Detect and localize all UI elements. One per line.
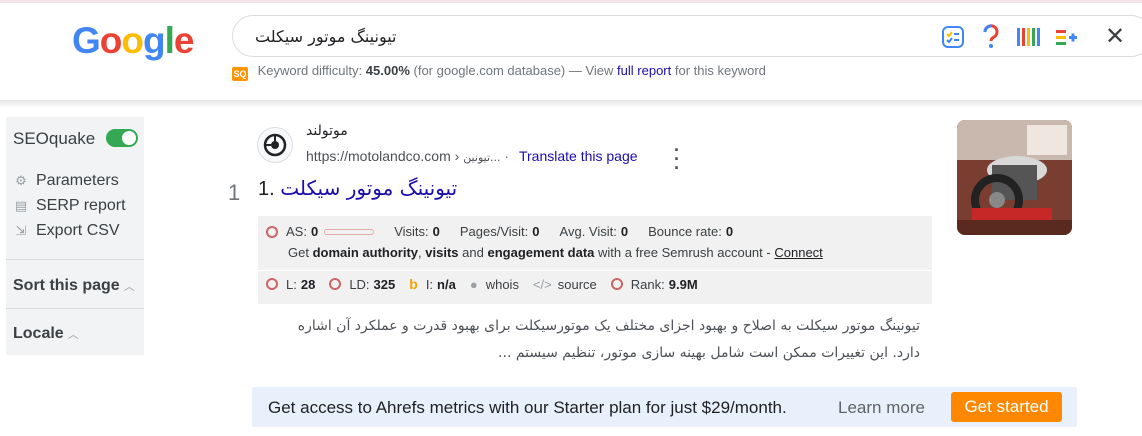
- person-icon: ●: [469, 276, 478, 292]
- serp-rank-number: 1: [228, 180, 241, 205]
- seoquake-toggle[interactable]: [106, 129, 138, 147]
- metrics-promo: Get domain authority, visits and engagem…: [288, 245, 823, 260]
- search-input[interactable]: تیونینگ موتور سیکلت: [255, 27, 397, 46]
- semrush-icon: [266, 278, 278, 290]
- learn-more-link[interactable]: Learn more: [838, 398, 925, 418]
- sidebar-item-label: Parameters: [36, 172, 119, 189]
- sidebar-divider: [6, 259, 144, 260]
- sidebar-item-label: SERP report: [36, 197, 126, 214]
- gear-icon: ⚙: [15, 173, 27, 188]
- translate-link[interactable]: Translate this page: [519, 148, 638, 164]
- metrics-row-1: AS: 0 Visits: 0 Pages/Visit: 0 Avg. Visit: 0…: [266, 224, 733, 239]
- keyword-difficulty: SQ Keyword difficulty: 45.00% (for googl…: [232, 63, 766, 81]
- close-icon[interactable]: ✕: [1101, 22, 1129, 51]
- rank-value[interactable]: 9.9M: [669, 277, 698, 292]
- chevron-up-icon: ︿: [67, 329, 79, 341]
- get-started-button[interactable]: Get started: [951, 392, 1062, 422]
- locale-label: Locale: [13, 325, 64, 342]
- sidebar-item-label: Export CSV: [36, 222, 120, 239]
- visits-value: 0: [432, 224, 440, 239]
- kd-database: (for google.com database) — View: [413, 63, 614, 78]
- sort-label: Sort this page: [13, 277, 120, 294]
- snippet-line: تیونینگ موتور سیکلت به اصلاح و بهبود اجز…: [297, 318, 920, 334]
- export-icon: ⇲: [15, 223, 27, 238]
- i-label: I:: [425, 276, 434, 292]
- bounce-rate-value: 0: [725, 224, 734, 239]
- promo-text: engagement data: [487, 245, 595, 260]
- metrics-row-2: L: 28 LD: 325 b I: n/a ● whois </> source R…: [266, 276, 698, 292]
- result-title-link[interactable]: 1. تیونینگ موتور سیکلت: [258, 176, 457, 201]
- pages-visit-value: 0: [532, 224, 540, 239]
- rank-label: Rank:: [630, 276, 665, 292]
- sidebar-item-parameters[interactable]: ⚙ Parameters: [13, 172, 119, 190]
- whois-link[interactable]: whois: [486, 277, 519, 292]
- avg-visit-value: 0: [620, 224, 629, 239]
- top-border: [0, 0, 1142, 3]
- ld-value[interactable]: 325: [374, 277, 396, 292]
- more-options-icon[interactable]: · · ·: [672, 141, 682, 177]
- url-breadcrumb: تیونین...: [463, 151, 501, 164]
- sidebar-item-serp-report[interactable]: ▤ SERP report: [13, 197, 126, 215]
- source-link[interactable]: source: [558, 277, 597, 292]
- result-snippet: تیونینگ موتور سیکلت به اصلاح و بهبود اجز…: [258, 313, 920, 367]
- ahrefs-text: Get access to Ahrefs metrics with our St…: [268, 398, 787, 417]
- google-logo[interactable]: Google: [72, 20, 194, 62]
- kd-suffix: for this keyword: [674, 63, 766, 78]
- as-value: 0: [310, 224, 319, 239]
- promo-text: with a free Semrush account -: [598, 245, 771, 260]
- sort-this-page[interactable]: Sort this page ︿: [13, 277, 135, 295]
- as-label: AS:: [286, 224, 307, 239]
- search-box[interactable]: تیونینگ موتور سیکلت ✕: [232, 15, 1142, 57]
- connect-link[interactable]: Connect: [774, 245, 822, 260]
- ld-label: LD:: [349, 276, 370, 292]
- promo-text: and: [462, 245, 484, 260]
- question-icon[interactable]: [978, 24, 1004, 50]
- result-thumbnail[interactable]: [957, 120, 1072, 235]
- i-value[interactable]: n/a: [437, 277, 456, 292]
- semrush-icon: [610, 278, 623, 290]
- result-title: تیونینگ موتور سیکلت: [280, 176, 458, 200]
- seoquake-metrics-bar: AS: 0 Visits: 0 Pages/Visit: 0 Avg. Visit: 0…: [258, 216, 932, 304]
- pages-visit-label: Pages/Visit:: [459, 224, 529, 239]
- locale[interactable]: Locale ︿: [13, 325, 79, 343]
- url-text: https://motolandco.com ›: [306, 148, 460, 164]
- bounce-rate-label: Bounce rate:: [648, 224, 722, 239]
- chevron-up-icon: ︿: [123, 281, 135, 293]
- kd-label: Keyword difficulty:: [257, 63, 363, 78]
- header-divider: [0, 100, 1142, 108]
- extension-plus-icon[interactable]: [1053, 24, 1079, 50]
- as-progress-bar: [324, 228, 375, 235]
- metrics-divider: [258, 270, 932, 271]
- site-url[interactable]: https://motolandco.com › تیونین... · Tra…: [306, 148, 638, 164]
- sidebar-title: SEOquake: [13, 129, 96, 148]
- visits-label: Visits:: [394, 224, 429, 239]
- site-favicon[interactable]: [257, 127, 293, 163]
- bing-icon: b: [409, 276, 418, 292]
- seoquake-sidebar: SEOquake ⚙ Parameters ▤ SERP report ⇲ Ex…: [6, 117, 144, 355]
- site-name[interactable]: موتولند: [306, 123, 348, 139]
- l-label: L:: [286, 276, 297, 292]
- promo-text: domain authority: [312, 245, 419, 260]
- ahrefs-banner: Get access to Ahrefs metrics with our St…: [252, 387, 1077, 427]
- kd-value: 45.00%: [365, 63, 410, 78]
- full-report-link[interactable]: full report: [617, 63, 671, 78]
- result-number: 1.: [258, 178, 275, 200]
- semrush-icon: [266, 225, 278, 238]
- promo-text: Get: [288, 245, 309, 260]
- report-icon: ▤: [14, 198, 28, 213]
- code-icon: </>: [532, 276, 552, 292]
- snippet-line: دارد. این تغییرات ممکن است شامل بهینه سا…: [498, 345, 920, 361]
- semrush-icon: [329, 278, 342, 290]
- keep-icon[interactable]: [940, 24, 966, 50]
- avg-visit-label: Avg. Visit:: [559, 224, 617, 239]
- l-value[interactable]: 28: [301, 277, 315, 292]
- seoquake-badge-icon: SQ: [232, 67, 248, 81]
- extension-icon[interactable]: [1015, 24, 1041, 50]
- promo-text: visits: [425, 245, 459, 260]
- sidebar-item-export-csv[interactable]: ⇲ Export CSV: [13, 222, 120, 240]
- sidebar-divider: [6, 308, 144, 309]
